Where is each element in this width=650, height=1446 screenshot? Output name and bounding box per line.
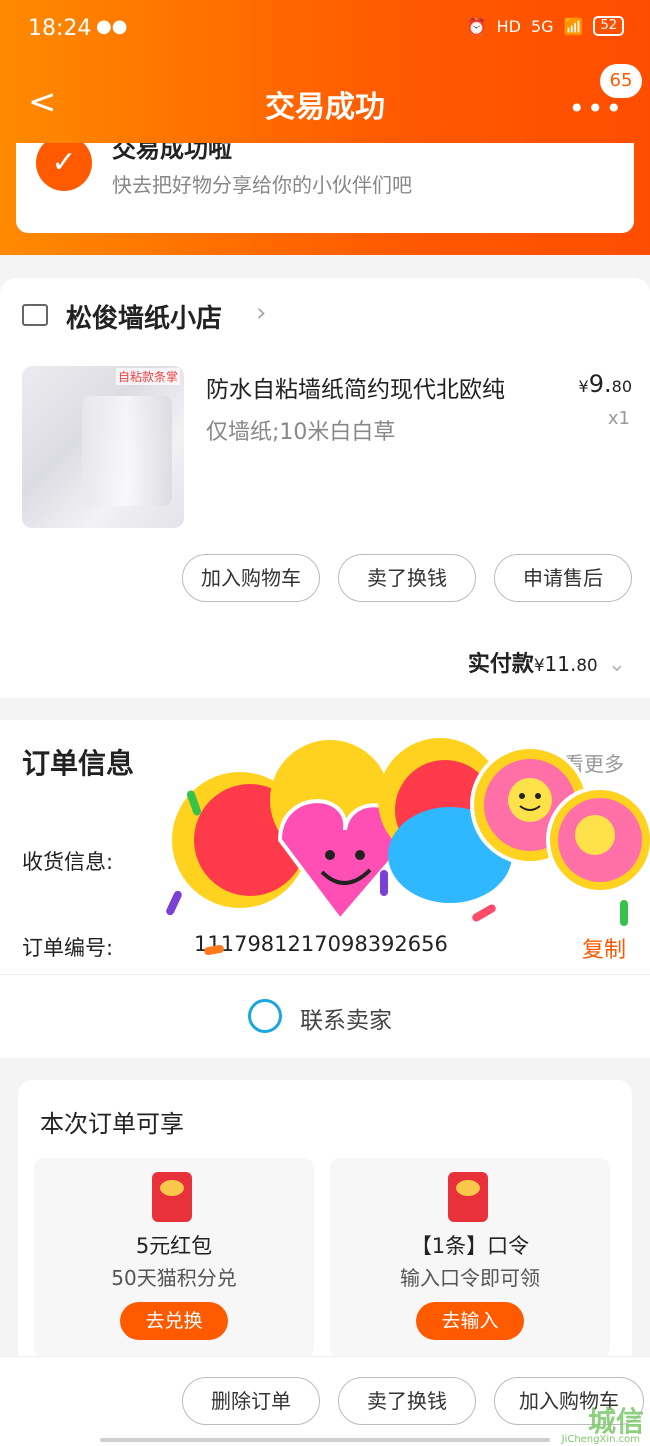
resell-button[interactable]: 卖了换钱 [338,554,476,602]
benefits-card: 本次订单可享 5元红包 50天猫积分兑 去兑换 【1条】口令 输入口令即可领 去… [18,1080,632,1370]
alarm-icon: ⏰ [466,16,487,36]
shop-section: 松俊墙纸小店 › 自粘款条掌 防水自粘墙纸简约现代北欧纯 仅墙纸;10米白白草 … [0,278,650,698]
message-badge: 65 [600,64,642,98]
product-image[interactable]: 自粘款条掌 [22,366,184,528]
bottom-action-bar: 删除订单 卖了换钱 加入购物车 [0,1356,650,1446]
hd-icon: HD [496,16,521,36]
status-icons: ⏰ HD 5G 📶 52 [467,16,624,36]
check-icon: ✓ [36,143,92,191]
success-card: ✓ 交易成功啦 快去把好物分享给你的小伙伴们吧 [16,143,634,233]
success-subtitle: 快去把好物分享给你的小伙伴们吧 [112,173,412,197]
benefit-item: 5元红包 50天猫积分兑 去兑换 [34,1158,314,1358]
home-indicator[interactable] [100,1438,550,1442]
red-envelope-icon [448,1172,488,1222]
contact-seller-button[interactable]: 联系卖家 [0,974,650,1058]
product-spec: 仅墙纸;10米白白草 [206,420,396,445]
page-title: 交易成功 [265,90,385,125]
contact-seller-label: 联系卖家 [300,1008,392,1034]
wallpaper-roll-image [82,396,172,506]
wifi-icon: 📶 [563,16,584,36]
redeem-button[interactable]: 去兑换 [120,1302,228,1340]
store-icon [22,304,48,326]
delete-order-button[interactable]: 删除订单 [182,1377,320,1425]
order-info-section: 订单信息 查看更多 收货信息: 订单编号: 111798121709839265… [0,720,650,974]
shop-name[interactable]: 松俊墙纸小店 [66,298,222,335]
red-envelope-icon [152,1172,192,1222]
order-info-title: 订单信息 [22,747,135,780]
product-image-tag: 自粘款条掌 [115,368,180,385]
shipping-label: 收货信息: [22,850,114,874]
enter-code-button[interactable]: 去输入 [416,1302,524,1340]
product-price: ¥9.80 [578,370,632,398]
product-title[interactable]: 防水自粘墙纸简约现代北欧纯 [206,370,546,404]
wechat-icon: ●● [96,16,128,37]
status-time: 18:24 [28,16,92,41]
order-number-value: 1117981217098392656 [194,932,448,956]
product-quantity: x1 [607,408,630,429]
benefit-title: 【1条】口令 [410,1234,530,1258]
payment-total[interactable]: 实付款¥11.80 ⌄ [468,646,626,678]
benefits-title: 本次订单可享 [40,1110,184,1138]
benefit-subtitle: 输入口令即可领 [400,1266,540,1290]
benefit-title: 5元红包 [135,1234,213,1258]
chevron-right-icon[interactable]: › [256,298,266,328]
success-title: 交易成功啦 [112,143,232,163]
copy-button[interactable]: 复制 [582,932,626,964]
resell-button-bottom[interactable]: 卖了换钱 [338,1377,476,1425]
watermark-url: JiChengXin.com [561,1434,640,1445]
chat-bot-icon [248,999,282,1033]
status-bar: 18:24 ●● ⏰ HD 5G 📶 52 [0,0,650,58]
after-sales-button[interactable]: 申请售后 [494,554,632,602]
chevron-down-icon: ⌄ [607,652,626,677]
benefit-item: 【1条】口令 输入口令即可领 去输入 [330,1158,610,1358]
order-number-label: 订单编号: [22,936,114,960]
view-more-link[interactable]: 查看更多 [544,748,624,777]
network-icon: 5G [530,16,554,36]
battery-icon: 52 [593,16,624,36]
benefit-subtitle: 50天猫积分兑 [111,1266,237,1290]
navigation-bar: < 交易成功 ••• 65 [0,58,650,148]
add-to-cart-button[interactable]: 加入购物车 [182,554,320,602]
